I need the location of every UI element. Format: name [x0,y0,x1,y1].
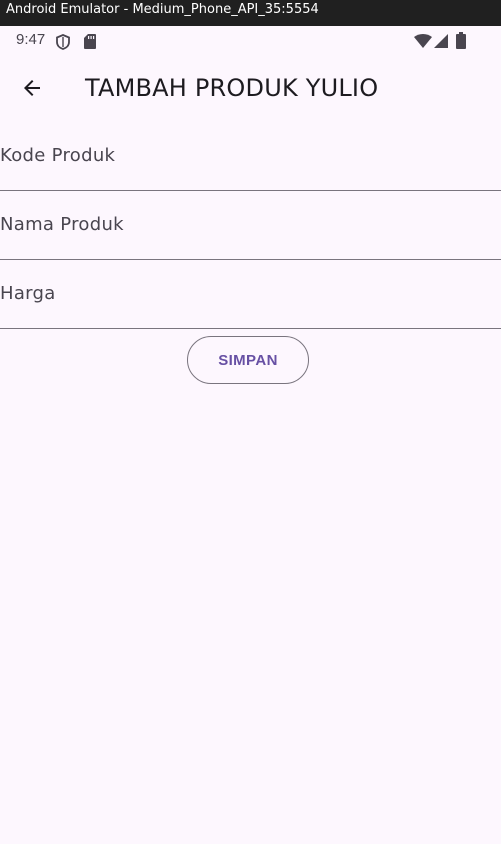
app-bar: TAMBAH PRODUK YULIO [0,64,501,116]
nama-produk-field[interactable]: Nama Produk [0,192,501,260]
kode-produk-underline [0,190,501,191]
status-time: 9:47 [16,31,46,48]
emulator-window-title: Android Emulator - Medium_Phone_API_35:5… [0,0,501,26]
shield-icon [56,34,70,50]
nama-produk-label: Nama Produk [0,214,124,235]
harga-underline [0,328,501,329]
sd-card-icon [84,34,96,49]
back-button[interactable] [12,68,52,108]
wifi-icon [414,34,432,48]
simpan-button[interactable]: SIMPAN [187,336,309,384]
phone-screen: 9:47 TAMBAH PRODUK YULIO Kode Produk Nam… [0,26,501,844]
kode-produk-label: Kode Produk [0,145,116,166]
signal-icon [434,34,448,48]
status-bar: 9:47 [0,26,501,56]
page-title: TAMBAH PRODUK YULIO [85,74,379,102]
harga-label: Harga [0,283,56,304]
harga-field[interactable]: Harga [0,261,501,329]
nama-produk-underline [0,259,501,260]
kode-produk-field[interactable]: Kode Produk [0,123,501,191]
battery-icon [456,32,466,49]
arrow-back-icon [24,80,40,96]
